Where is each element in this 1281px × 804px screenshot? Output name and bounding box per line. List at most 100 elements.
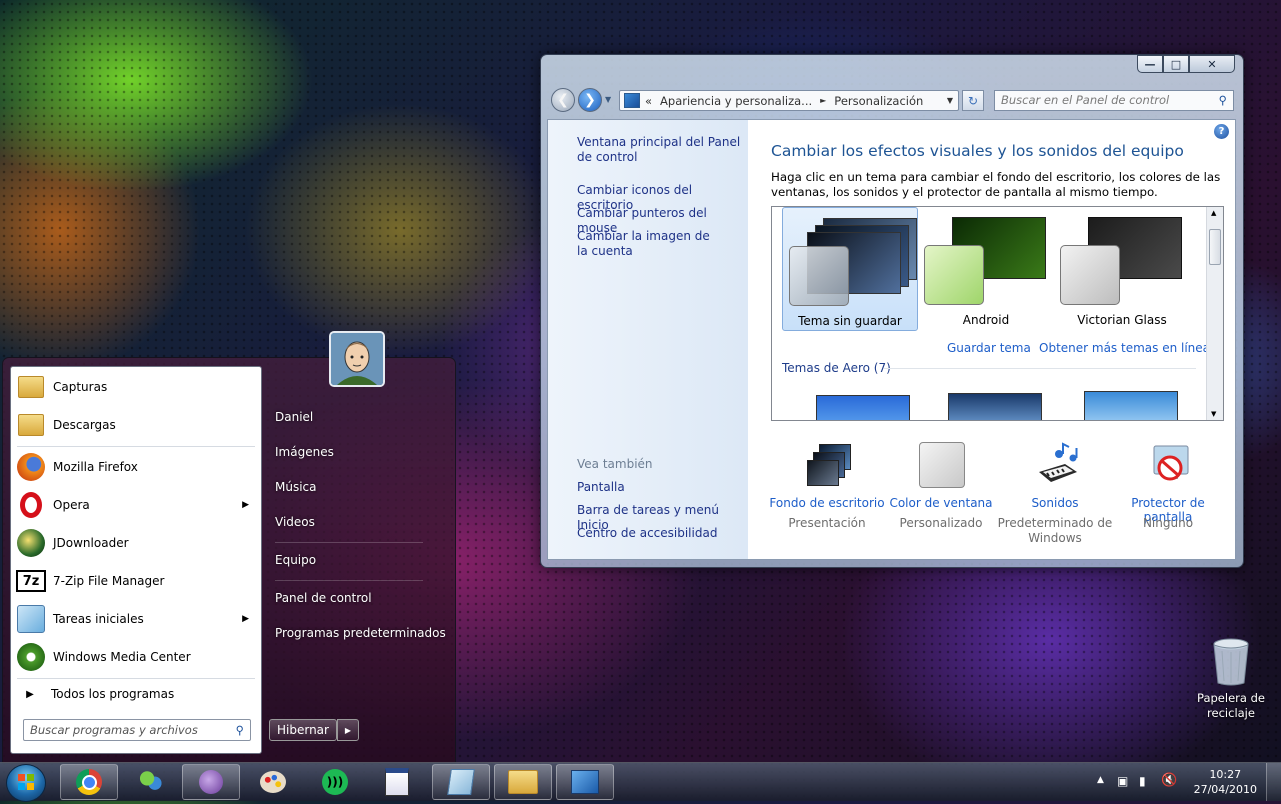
control-panel-link[interactable]: Panel de control <box>275 591 372 605</box>
tasks-icon <box>15 603 47 635</box>
address-dropdown-icon[interactable]: ▼ <box>947 96 953 105</box>
taskbar-control-panel[interactable] <box>556 764 614 800</box>
breadcrumb-appearance[interactable]: Apariencia y personaliza... <box>660 94 812 108</box>
program-opera[interactable]: Opera ▶ <box>15 487 259 523</box>
user-avatar[interactable] <box>329 331 385 387</box>
program-descargas[interactable]: Descargas <box>15 407 259 443</box>
user-avatar-icon <box>331 333 383 385</box>
notepad-icon <box>447 769 475 795</box>
scroll-down-icon[interactable]: ▼ <box>1211 410 1216 418</box>
spotify-icon: ))) <box>322 769 348 795</box>
close-button[interactable]: ✕ <box>1189 55 1235 73</box>
taskbar-messenger[interactable] <box>122 764 180 800</box>
personalization-options: Fondo de escritorio Presentación Color d… <box>769 438 1231 548</box>
taskbar-chrome[interactable] <box>60 764 118 800</box>
forward-arrow-icon: ❯ <box>584 92 596 108</box>
start-search-placeholder: Buscar programas y archivos <box>30 723 198 737</box>
left-pane: Ventana principal del Panel de control C… <box>548 120 748 559</box>
aero-group-divider <box>884 368 1196 369</box>
pictures-link[interactable]: Imágenes <box>275 445 334 459</box>
clock-date: 27/04/2010 <box>1193 783 1257 796</box>
minimize-button[interactable]: — <box>1137 55 1163 73</box>
breadcrumb-separator-icon: ► <box>820 96 827 105</box>
program-label: Windows Media Center <box>53 650 191 664</box>
maximize-button[interactable]: □ <box>1163 55 1189 73</box>
program-jdownloader[interactable]: JDownloader <box>15 525 259 561</box>
taskbar-paint[interactable] <box>244 764 302 800</box>
link-control-panel-home[interactable]: Ventana principal del Panel de control <box>577 135 747 165</box>
scroll-up-icon[interactable]: ▲ <box>1211 209 1216 217</box>
taskbar-pidgin[interactable] <box>182 764 240 800</box>
program-tareas-iniciales[interactable]: Tareas iniciales ▶ <box>15 601 259 637</box>
7zip-icon: 7z <box>15 565 47 597</box>
scroll-thumb[interactable] <box>1209 229 1221 265</box>
link-display[interactable]: Pantalla <box>577 480 747 495</box>
clock[interactable]: 10:27 27/04/2010 <box>1194 767 1257 797</box>
all-programs[interactable]: ▶ Todos los programas <box>15 681 259 707</box>
victorian-color-swatch <box>1060 245 1120 305</box>
theme-unsaved[interactable]: Tema sin guardar <box>782 207 918 331</box>
see-also-heading: Vea también <box>577 457 653 471</box>
search-icon: ⚲ <box>235 723 244 737</box>
taskbar-notepad[interactable] <box>432 764 490 800</box>
default-programs-link[interactable]: Programas predeterminados <box>275 626 446 640</box>
all-programs-separator <box>17 678 255 679</box>
option-value: Predeterminado de Windows <box>997 516 1113 545</box>
program-label: Descargas <box>53 418 116 432</box>
history-dropdown-icon[interactable]: ▼ <box>605 95 611 104</box>
aero-theme-preview-3[interactable] <box>1084 391 1178 420</box>
taskbar-tool[interactable] <box>368 764 426 800</box>
show-hidden-icons[interactable]: ▲ <box>1097 775 1104 785</box>
program-label: 7-Zip File Manager <box>53 574 165 588</box>
refresh-button[interactable]: ↻ <box>962 90 984 111</box>
get-more-themes-link[interactable]: Obtener más temas en línea <box>1039 341 1210 355</box>
user-folder-link[interactable]: Daniel <box>275 410 313 424</box>
link-change-account-picture[interactable]: Cambiar la imagen de la cuenta <box>577 229 717 259</box>
theme-victorian-glass[interactable]: Victorian Glass <box>1054 207 1190 331</box>
link-ease-of-access[interactable]: Centro de accesibilidad <box>577 526 747 541</box>
save-theme-link[interactable]: Guardar tema <box>947 341 1031 355</box>
option-title: Fondo de escritorio <box>769 496 885 510</box>
shutdown-options-button[interactable]: ▶ <box>337 719 359 741</box>
folder-icon <box>15 371 47 403</box>
help-icon[interactable]: ? <box>1214 124 1229 139</box>
recycle-bin[interactable]: Papelera de reciclaje <box>1193 637 1269 721</box>
address-overflow[interactable]: « <box>645 94 652 108</box>
forward-button[interactable]: ❯ <box>578 88 602 112</box>
program-firefox[interactable]: Mozilla Firefox <box>15 449 259 485</box>
themes-scrollbar[interactable]: ▲ ▼ <box>1206 207 1223 420</box>
program-7zip[interactable]: 7z 7-Zip File Manager <box>15 563 259 599</box>
option-value: Ninguno <box>1142 516 1194 530</box>
screen-saver-icon <box>1153 445 1189 481</box>
network-icon[interactable]: ▮ <box>1139 774 1146 788</box>
android-color-swatch <box>924 245 984 305</box>
program-label: Capturas <box>53 380 108 394</box>
program-media-center[interactable]: Windows Media Center <box>15 639 259 675</box>
program-label: Mozilla Firefox <box>53 460 138 474</box>
themes-list: Tema sin guardar Android Victorian Glass… <box>771 206 1224 421</box>
start-search-input[interactable]: Buscar programas y archivos ⚲ <box>23 719 251 741</box>
volume-muted-icon[interactable]: 🔇 <box>1161 773 1177 788</box>
show-desktop-button[interactable] <box>1266 763 1281 801</box>
start-button[interactable] <box>6 764 46 802</box>
notification-icon[interactable]: ▣ <box>1117 774 1128 788</box>
theme-android[interactable]: Android <box>918 207 1054 331</box>
programs-pane: Capturas Descargas Mozilla Firefox Opera… <box>10 366 262 754</box>
breadcrumb-personalization[interactable]: Personalización <box>834 94 923 108</box>
back-button[interactable]: ❮ <box>551 88 575 112</box>
videos-link[interactable]: Videos <box>275 515 315 529</box>
computer-link[interactable]: Equipo <box>275 553 316 567</box>
refresh-icon: ↻ <box>967 93 979 108</box>
taskbar-explorer[interactable] <box>494 764 552 800</box>
address-bar[interactable]: « Apariencia y personaliza... ► Personal… <box>619 90 959 111</box>
hibernate-button[interactable]: Hibernar <box>269 719 337 741</box>
aero-theme-preview-1[interactable] <box>816 395 910 420</box>
arrow-right-icon: ▶ <box>344 725 352 735</box>
media-center-icon <box>15 641 47 673</box>
aero-theme-preview-2[interactable] <box>948 393 1042 420</box>
program-capturas[interactable]: Capturas <box>15 369 259 405</box>
taskbar-spotify[interactable]: ))) <box>306 764 364 800</box>
music-link[interactable]: Música <box>275 480 317 494</box>
control-panel-search[interactable]: Buscar en el Panel de control ⚲ <box>994 90 1234 111</box>
aero-themes-group[interactable]: Temas de Aero (7) <box>782 361 891 375</box>
